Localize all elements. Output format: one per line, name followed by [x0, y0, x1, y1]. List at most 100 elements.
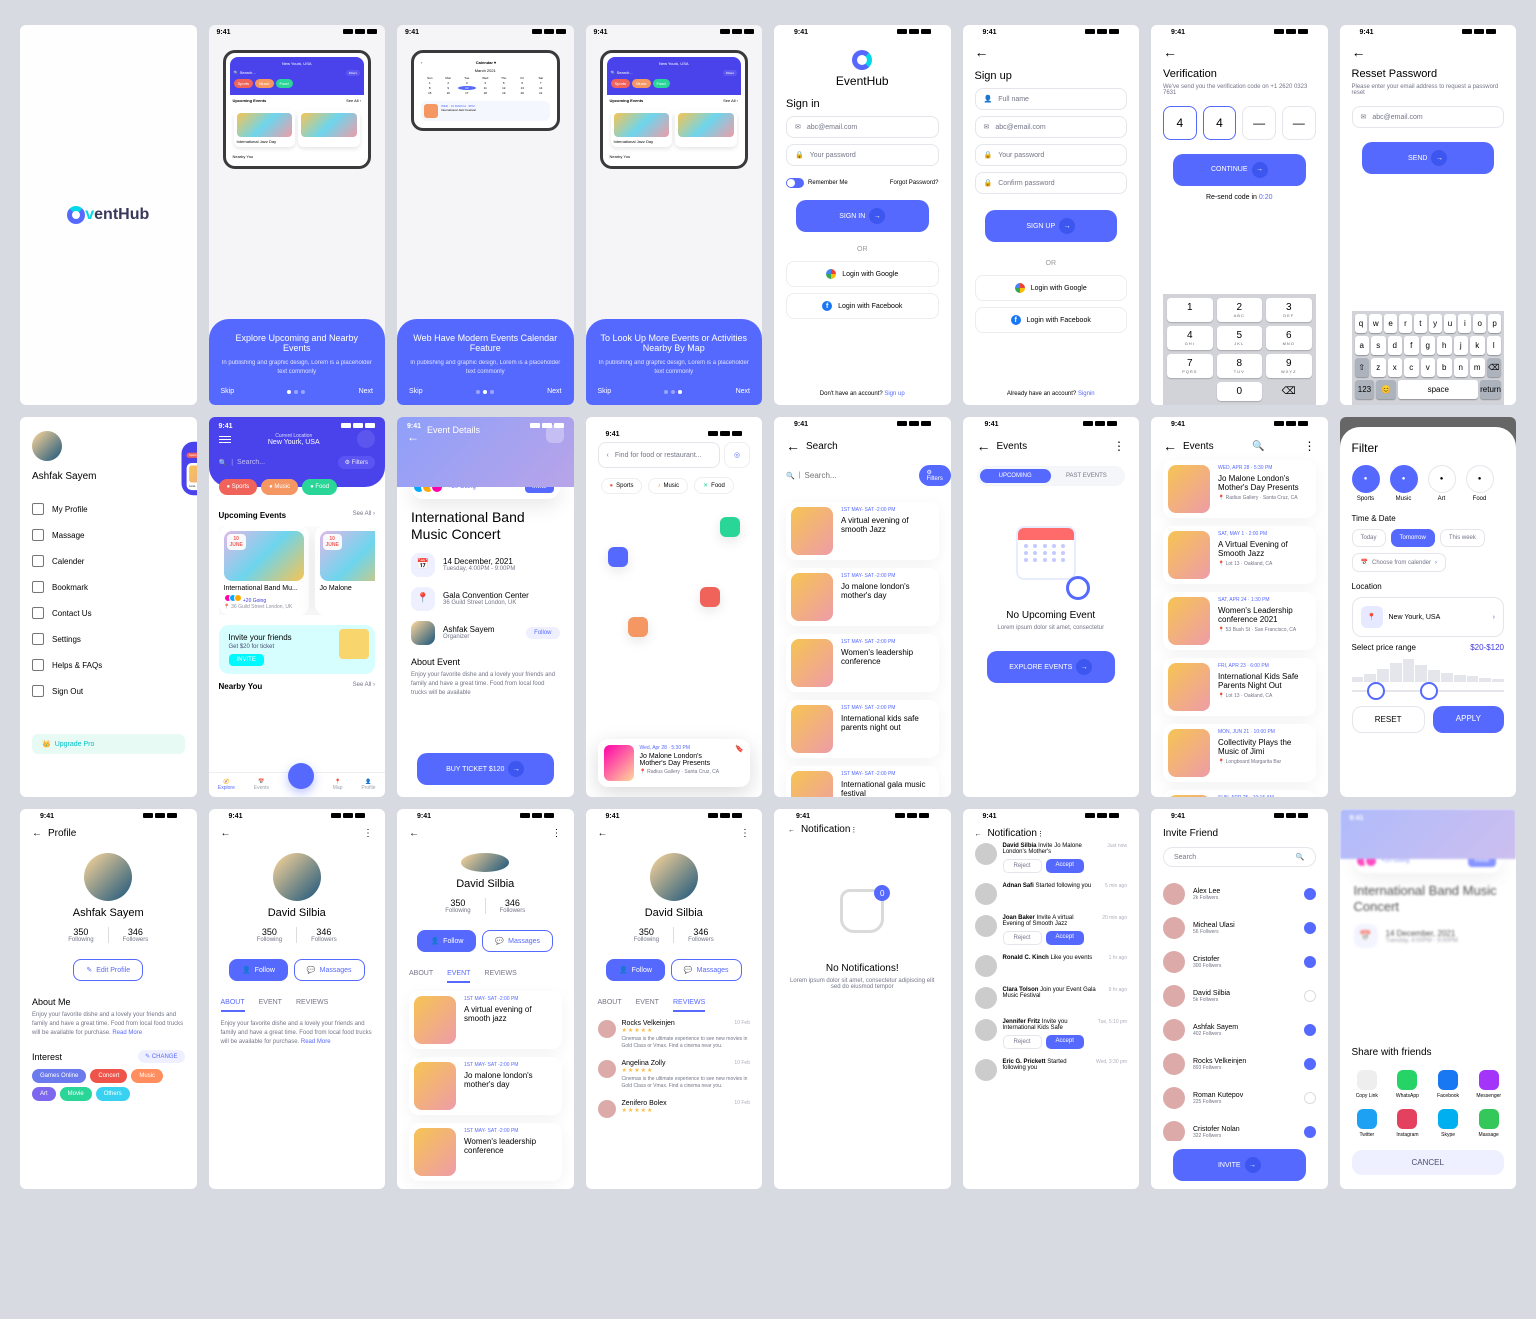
check-icon[interactable]: [1304, 956, 1316, 968]
facebook-login[interactable]: fLogin with Facebook: [786, 293, 939, 319]
confirm-input[interactable]: 🔒Confirm password: [975, 172, 1128, 194]
next-button[interactable]: Next: [736, 388, 750, 395]
email-input[interactable]: ✉abc@email.com: [1352, 106, 1505, 128]
friend-item[interactable]: Cristofer Nolan322 Follwers: [1163, 1115, 1316, 1141]
keyboard-key[interactable]: ⌫: [1487, 358, 1502, 377]
keyboard-key[interactable]: y: [1429, 314, 1442, 333]
back-button[interactable]: ←: [409, 828, 419, 839]
filter-category[interactable]: ●Sports: [1352, 465, 1380, 502]
more-icon[interactable]: ⋮: [363, 828, 373, 839]
code-digit[interactable]: 4: [1203, 106, 1237, 140]
drawer-item[interactable]: Helps & FAQs: [32, 652, 185, 678]
event-item[interactable]: Wed, Apr 28 · 5:30 PMJo Malone London's …: [1163, 460, 1316, 518]
event-item[interactable]: 1ST MAY- SAT -2:00 PMJo malone london's …: [409, 1057, 562, 1115]
check-icon[interactable]: [1304, 1092, 1316, 1104]
chip-week[interactable]: This week: [1440, 529, 1485, 547]
back-button[interactable]: ←: [788, 827, 795, 834]
keyboard-key[interactable]: t: [1414, 314, 1427, 333]
tab-profile[interactable]: 👤Profile: [361, 779, 375, 791]
keypad-key[interactable]: 8TUV: [1217, 354, 1263, 378]
keyboard-key[interactable]: g: [1421, 336, 1436, 355]
friend-item[interactable]: Cristofer300 Follwers: [1163, 945, 1316, 979]
friend-item[interactable]: Roman Kutepov225 Follwers: [1163, 1081, 1316, 1115]
filters-button[interactable]: ⚙ Filters: [338, 456, 375, 469]
more-icon[interactable]: ⋮: [850, 827, 857, 834]
keypad-key[interactable]: [1167, 382, 1213, 401]
check-icon[interactable]: [1304, 1058, 1316, 1070]
drawer-item[interactable]: My Profile: [32, 496, 185, 522]
skip-button[interactable]: Skip: [409, 388, 423, 395]
price-slider[interactable]: [1352, 690, 1505, 692]
back-button[interactable]: ←: [786, 438, 800, 454]
keyboard-key[interactable]: i: [1458, 314, 1471, 333]
event-item[interactable]: Mon, Jun 21 · 10:00 PMCollectivity Plays…: [1163, 724, 1316, 782]
keyboard-key[interactable]: m: [1470, 358, 1485, 377]
facebook-login[interactable]: fLogin with Facebook: [975, 307, 1128, 333]
password-input[interactable]: 🔒Your password: [975, 144, 1128, 166]
invite-banner[interactable]: Invite your friendsGet $20 for ticketINV…: [219, 625, 376, 674]
filter-category[interactable]: ●Fo: [1504, 465, 1505, 502]
keyboard-key[interactable]: l: [1487, 336, 1502, 355]
cancel-button[interactable]: CANCEL: [1352, 1150, 1505, 1175]
follow-button[interactable]: 👤 Follow: [229, 959, 288, 981]
event-item[interactable]: Sat, Apr 24 · 1:30 PMWomen's Leadership …: [1163, 592, 1316, 650]
tab-event[interactable]: EVENT: [259, 999, 282, 1012]
back-button[interactable]: ←: [598, 828, 608, 839]
reject-button[interactable]: Reject: [1003, 931, 1042, 945]
follow-button[interactable]: Follow: [526, 627, 559, 639]
keypad-key[interactable]: 3DEF: [1266, 298, 1312, 322]
password-input[interactable]: 🔒Your password: [786, 144, 939, 166]
back-button[interactable]: ←: [1163, 438, 1177, 454]
read-more[interactable]: Read More: [112, 1030, 142, 1036]
search-input[interactable]: Search🔍: [1163, 847, 1316, 867]
tab-map[interactable]: 📍Map: [333, 779, 343, 791]
keyboard-key[interactable]: w: [1369, 314, 1382, 333]
drawer-item[interactable]: Bookmark: [32, 574, 185, 600]
share-option[interactable]: Copy Link: [1352, 1070, 1383, 1099]
keyboard-key[interactable]: k: [1470, 336, 1485, 355]
friend-item[interactable]: David Silbia5k Follwers: [1163, 979, 1316, 1013]
continue-button[interactable]: CONTINUE→: [1173, 154, 1306, 186]
keypad-key[interactable]: 5JKL: [1217, 326, 1263, 350]
locate-icon[interactable]: ◎: [724, 442, 750, 468]
invite-button[interactable]: INVITE→: [1173, 1149, 1306, 1181]
keyboard-key[interactable]: z: [1371, 358, 1386, 377]
follow-button[interactable]: 👤 Follow: [417, 930, 476, 952]
see-all-link[interactable]: See All ›: [353, 511, 375, 520]
friend-item[interactable]: Rocks Velkeinjen893 Follwers: [1163, 1047, 1316, 1081]
signin-button[interactable]: SIGN IN→: [796, 200, 929, 232]
forgot-link[interactable]: Forgot Password?: [890, 180, 939, 186]
keypad-key[interactable]: 0: [1217, 382, 1263, 401]
keyboard-key[interactable]: c: [1404, 358, 1419, 377]
calendar-chip[interactable]: 📅Choose from calender›: [1352, 553, 1447, 572]
apply-button[interactable]: APPLY: [1433, 706, 1504, 733]
keyboard-space[interactable]: space: [1398, 380, 1478, 399]
email-input[interactable]: ✉abc@email.com: [975, 116, 1128, 138]
reset-button[interactable]: RESET: [1352, 706, 1425, 733]
chip-tomorrow[interactable]: Tomorrow: [1391, 529, 1435, 547]
keypad-key[interactable]: 6MNO: [1266, 326, 1312, 350]
send-button[interactable]: SEND→: [1362, 142, 1495, 174]
signup-link[interactable]: Sign up: [884, 391, 904, 397]
category-chip[interactable]: ● Sports: [601, 478, 643, 494]
back-button[interactable]: ←: [221, 828, 231, 839]
event-item[interactable]: 1ST MAY- SAT -2:00 PMWomen's leadership …: [409, 1123, 562, 1181]
drawer-item[interactable]: Contact Us: [32, 600, 185, 626]
name-input[interactable]: 👤Full name: [975, 88, 1128, 110]
email-input[interactable]: ✉abc@email.com: [786, 116, 939, 138]
event-card[interactable]: 10JUNEInternational Band Mu... +20 Going…: [219, 526, 309, 615]
event-card[interactable]: 10JUNEJo Malone: [315, 526, 376, 615]
drawer-item[interactable]: Settings: [32, 626, 185, 652]
event-item[interactable]: Fri, Apr 23 · 6:00 PMInternational Kids …: [1163, 658, 1316, 716]
back-button[interactable]: ←: [977, 438, 991, 454]
friend-item[interactable]: Micheal Ulasi56 Follwers: [1163, 911, 1316, 945]
bookmark-icon[interactable]: 🔖: [735, 745, 744, 781]
keyboard-return[interactable]: return: [1480, 380, 1501, 399]
accept-button[interactable]: Accept: [1046, 1035, 1084, 1049]
search-icon[interactable]: 🔍: [1252, 441, 1264, 452]
add-button[interactable]: [288, 763, 314, 789]
upgrade-button[interactable]: 👑 Upgrade Pro: [32, 734, 185, 754]
more-icon[interactable]: ⋮: [552, 828, 562, 839]
tab-past[interactable]: PAST EVENTS: [1051, 469, 1122, 483]
keypad-key[interactable]: 9WXYZ: [1266, 354, 1312, 378]
